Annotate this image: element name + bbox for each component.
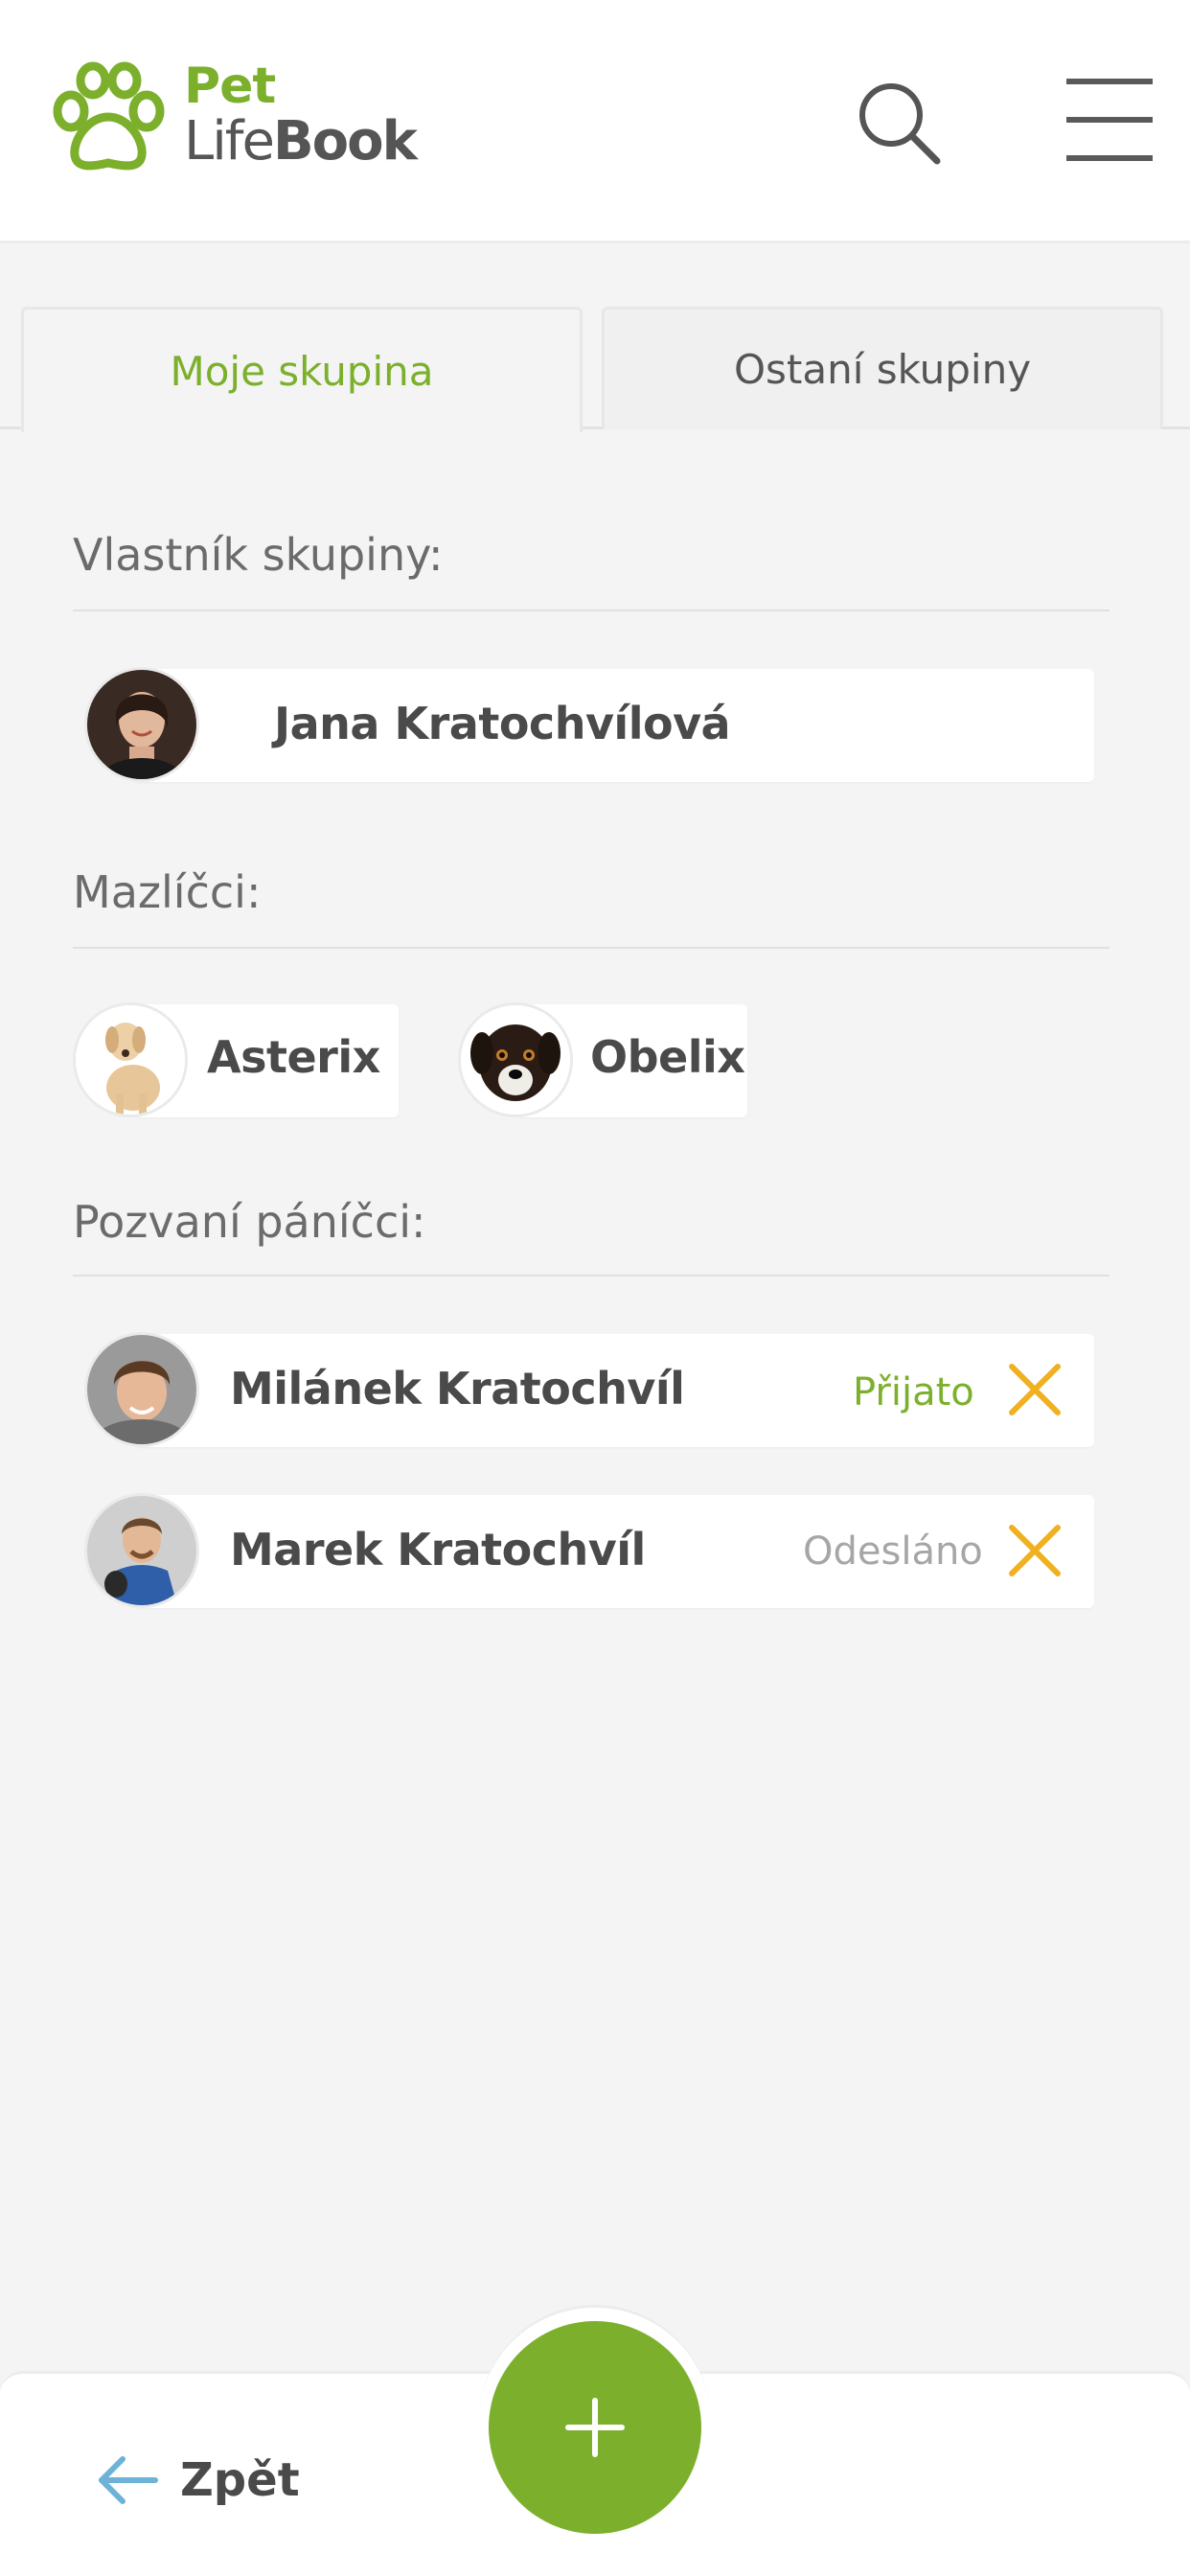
- puppy-icon: [461, 1005, 570, 1115]
- logo-text: Pet LifeBook: [184, 58, 418, 169]
- app-header: Pet LifeBook: [0, 0, 1190, 243]
- plus-icon: [565, 2398, 625, 2457]
- invited-section-label: Pozvaní páníčci:: [73, 1196, 426, 1248]
- close-icon: [1009, 1364, 1061, 1415]
- remove-invite-button[interactable]: [1006, 1361, 1064, 1418]
- pets-section-label: Mazlíčci:: [73, 866, 262, 918]
- group-tabs: Moje skupina Ostaní skupiny: [0, 307, 1190, 432]
- hamburger-menu-button[interactable]: [1064, 77, 1156, 165]
- logo-book: Book: [272, 110, 418, 172]
- menu-line-icon: [1066, 155, 1153, 161]
- pet-name-asterix: Asterix: [207, 1031, 380, 1083]
- arrow-left-icon: [99, 2456, 158, 2504]
- add-button[interactable]: [489, 2321, 701, 2534]
- logo-pet: Pet: [184, 58, 276, 115]
- logo[interactable]: Pet LifeBook: [50, 61, 423, 186]
- owner-avatar: [84, 667, 199, 782]
- search-button[interactable]: [853, 77, 945, 169]
- close-icon: [1009, 1525, 1061, 1576]
- paw-icon: [53, 61, 165, 171]
- man-avatar-icon: [87, 1496, 196, 1605]
- tab-my-group[interactable]: Moje skupina: [21, 307, 583, 432]
- back-label: Zpět: [180, 2453, 300, 2507]
- menu-line-icon: [1066, 117, 1153, 123]
- pet-avatar-obelix: [458, 1002, 573, 1117]
- back-button[interactable]: Zpět: [96, 2450, 300, 2511]
- pet-avatar-asterix: [73, 1002, 188, 1117]
- owner-section-label: Vlastník skupiny:: [73, 529, 444, 581]
- divider: [73, 1275, 1110, 1276]
- tab-other-groups[interactable]: Ostaní skupiny: [602, 307, 1163, 429]
- search-icon: [859, 83, 941, 165]
- invited-avatar: [84, 1493, 199, 1608]
- pet-name-obelix: Obelix: [590, 1031, 745, 1083]
- divider: [73, 610, 1110, 611]
- page: Pet LifeBook Moje skupina Ostaní skupiny…: [0, 0, 1190, 2576]
- menu-line-icon: [1066, 79, 1153, 84]
- woman-avatar-icon: [87, 670, 196, 779]
- invited-name: Marek Kratochvíl: [230, 1524, 646, 1576]
- logo-life: Life: [184, 110, 275, 172]
- dog-icon: [76, 1005, 185, 1115]
- boy-avatar-icon: [87, 1335, 196, 1444]
- invite-status-accepted: Přijato: [853, 1370, 974, 1414]
- remove-invite-button[interactable]: [1006, 1522, 1064, 1579]
- logo-lifebook: LifeBook: [184, 115, 418, 169]
- owner-name: Jana Kratochvílová: [274, 698, 731, 749]
- divider: [73, 947, 1110, 949]
- invited-avatar: [84, 1332, 199, 1447]
- invite-status-sent: Odesláno: [803, 1530, 983, 1574]
- invited-name: Milánek Kratochvíl: [230, 1363, 685, 1414]
